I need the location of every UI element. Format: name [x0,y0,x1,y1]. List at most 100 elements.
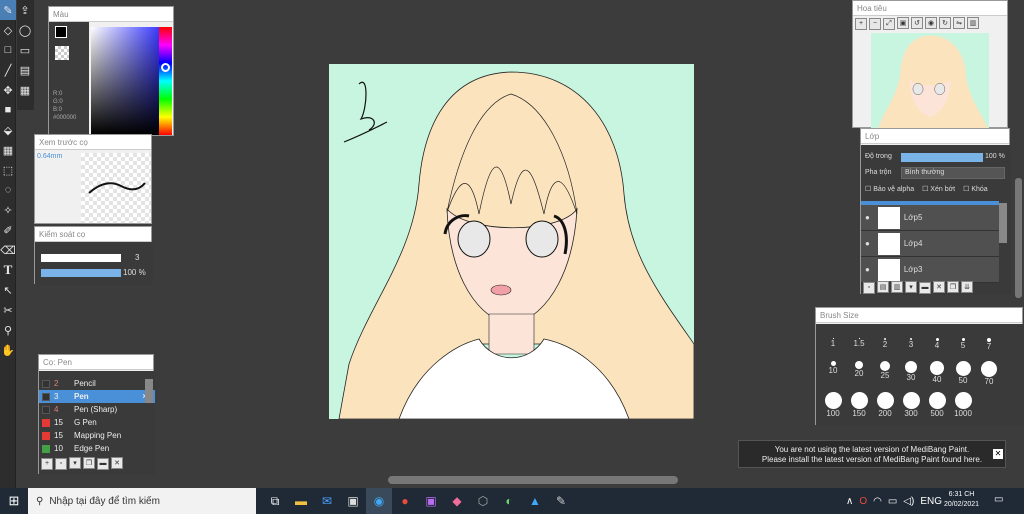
layer-item[interactable]: ● Lớp4 [861,231,999,257]
horizontal-scrollbar[interactable] [388,476,678,484]
size-25[interactable]: 25 [872,361,898,386]
photos-icon[interactable]: ▲ [522,488,548,514]
lasso-tool-icon[interactable]: ◌ [0,180,16,200]
store-icon[interactable]: ▣ [340,488,366,514]
move-tool-icon[interactable]: ✥ [0,80,16,100]
brush-folder-icon[interactable]: ▬ [97,457,109,470]
hue-handle[interactable] [161,63,170,72]
divide-tool-icon[interactable]: ✂ [0,300,16,320]
wifi-icon[interactable]: ◠ [873,496,882,507]
select-eraser-tool-icon[interactable]: ⌫ [0,240,16,260]
transparent-swatch[interactable] [55,46,69,60]
new-layer-icon[interactable]: ▫ [863,281,875,294]
layer-item[interactable]: ● Lớp5 [861,205,999,231]
operation-tool-icon[interactable]: ↖ [0,280,16,300]
layer-scrollbar[interactable] [999,203,1007,243]
comment-icon[interactable]: ▭ [17,40,33,60]
new-halftone-layer-icon[interactable]: ▤ [877,281,889,293]
brush-delete-icon[interactable]: ✕ [111,457,123,469]
size-50[interactable]: 50 [950,361,976,386]
size-2[interactable]: 2 [872,338,898,351]
hue-slider[interactable] [159,27,172,135]
size-10[interactable]: 10 [820,361,846,386]
taskbar-search[interactable]: ⚲ Nhập tại đây để tìm kiếm [28,488,256,514]
pen-tool-icon[interactable]: ✎ [0,0,16,20]
edge-icon[interactable]: ◉ [366,488,392,514]
size-100[interactable]: 100 [820,392,846,418]
export-icon[interactable]: ⇪ [17,0,33,20]
gradient-tool-icon[interactable]: ▦ [0,140,16,160]
flip-icon[interactable]: ⇋ [953,17,965,29]
fill-rect-tool-icon[interactable]: ■ [0,100,16,120]
size-500[interactable]: 500 [924,392,950,418]
app-icon-3[interactable]: ◐ [496,488,522,514]
blend-mode-select[interactable]: Bình thường [901,167,1005,179]
size-40[interactable]: 40 [924,361,950,386]
layer-merge-icon[interactable]: ⇊ [961,281,973,293]
eyedropper-tool-icon[interactable]: ⚲ [0,320,16,340]
size-200[interactable]: 200 [872,392,898,418]
size-30[interactable]: 30 [898,361,924,386]
notification-icon[interactable]: ▭ [994,494,1003,505]
speech-bubble-icon[interactable]: ◯ [17,20,33,40]
size-3[interactable]: 3 [898,338,924,351]
opera-icon[interactable]: O [859,496,867,507]
app-icon-2[interactable]: ◆ [444,488,470,514]
mail-icon[interactable]: ✉ [314,488,340,514]
actual-size-icon[interactable]: ▣ [897,17,909,29]
brush-size-slider[interactable] [41,254,121,262]
hand-tool-icon[interactable]: ✋ [0,340,16,360]
new-1bit-layer-icon[interactable]: ▥ [891,281,903,293]
file-explorer-icon[interactable]: ▬ [288,488,314,514]
page-icon[interactable]: ▤ [17,60,33,80]
layer-delete-icon[interactable]: ✕ [933,281,945,293]
navigator-thumbnail[interactable] [871,33,989,129]
size-20[interactable]: 20 [846,361,872,386]
size-4[interactable]: 4 [924,338,950,351]
eraser-tool-icon[interactable]: ◇ [0,20,16,40]
protect-alpha-checkbox[interactable]: ☐ [865,186,873,193]
drawing-canvas[interactable] [329,64,694,419]
rotate-left-icon[interactable]: ↺ [911,17,923,29]
windows-start-icon[interactable]: ⊞ [0,488,28,514]
size-1000[interactable]: 1000 [950,392,976,418]
size-300[interactable]: 300 [898,392,924,418]
app-icon-1[interactable]: ▣ [418,488,444,514]
size-7[interactable]: 7 [976,338,1002,351]
language-icon[interactable]: ENG [920,496,942,507]
vertical-scrollbar[interactable] [1015,178,1022,298]
layer-folder-icon[interactable]: ▬ [919,281,931,294]
reset-rotation-icon[interactable]: ◉ [925,17,937,29]
brush-item-g-pen[interactable]: 15 G Pen [39,416,155,429]
brush-item-pencil[interactable]: 2 Pencil [39,377,155,390]
brush-new-icon[interactable]: ▫ [55,457,67,470]
zoom-in-icon[interactable]: + [855,17,867,30]
brush-item-edge-pen[interactable]: 10 Edge Pen [39,442,155,455]
grid-icon[interactable]: ▦ [17,80,33,100]
brush-list-scrollbar[interactable] [145,379,153,403]
volume-icon[interactable]: ◁) [903,496,914,507]
size-70[interactable]: 70 [976,361,1002,386]
visibility-icon[interactable]: ● [865,265,870,274]
medibang-icon[interactable]: ✎ [548,488,574,514]
brush-item-pen-sharp[interactable]: 4 Pen (Sharp) [39,403,155,416]
chevron-up-icon[interactable]: ∧ [846,496,853,507]
brush-menu-icon[interactable]: ▾ [69,457,81,469]
rotate-right-icon[interactable]: ↻ [939,17,951,29]
line-tool-icon[interactable]: ╱ [0,60,16,80]
notice-close-icon[interactable]: ✕ [993,449,1003,459]
size-5[interactable]: 5 [950,338,976,351]
navigator-more-icon[interactable]: ▥ [967,17,979,29]
brush-item-pen[interactable]: 3Pen✲ [39,390,155,403]
clock[interactable]: 6:31 CH 20/02/2021 [944,490,979,510]
rect-tool-icon[interactable]: □ [0,40,16,60]
chrome-icon[interactable]: ● [392,488,418,514]
size-150[interactable]: 150 [846,392,872,418]
zoom-out-icon[interactable]: − [869,17,881,30]
text-tool-icon[interactable]: T [0,260,16,280]
layer-menu-icon[interactable]: ▾ [905,281,917,293]
foreground-color-swatch[interactable] [55,26,67,38]
layer-opacity-slider[interactable] [901,153,983,162]
color-picker-square[interactable] [91,27,159,135]
visibility-icon[interactable]: ● [865,213,870,222]
